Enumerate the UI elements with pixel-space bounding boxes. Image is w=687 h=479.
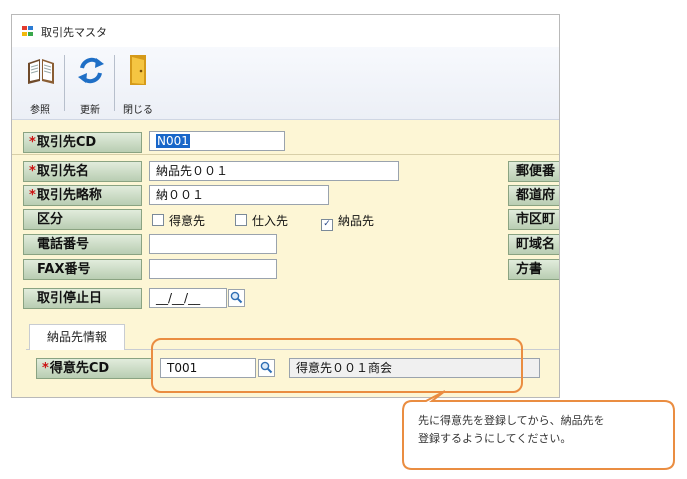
name-label: *取引先名 <box>23 161 142 182</box>
city-label: 市区町 <box>508 209 559 230</box>
highlight-box <box>151 338 523 393</box>
required-mark: * <box>29 135 36 150</box>
phone-field[interactable] <box>149 234 277 254</box>
prefecture-label: 都道府 <box>508 185 559 206</box>
door-icon <box>130 55 146 85</box>
refresh-icon <box>78 57 104 84</box>
town-label: 町域名 <box>508 234 559 255</box>
name-field[interactable]: 納品先００１ <box>149 161 399 181</box>
required-mark: * <box>42 361 49 376</box>
short-name-field[interactable]: 納００１ <box>149 185 329 205</box>
required-mark: * <box>29 188 36 203</box>
phone-label: 電話番号 <box>23 234 142 255</box>
stop-date-label: 取引停止日 <box>23 288 142 309</box>
checkmark-icon: ✓ <box>321 219 333 231</box>
stop-date-field[interactable]: __/__/__ <box>149 288 227 308</box>
customer-checkbox[interactable]: 得意先 <box>152 212 205 229</box>
title-bar: 取引先マスタ <box>12 15 559 47</box>
toolbar-separator <box>114 55 115 111</box>
postal-label: 郵便番 <box>508 161 559 182</box>
code-label: *取引先CD <box>23 132 142 153</box>
app-icon <box>22 26 34 37</box>
fax-label: FAX番号 <box>23 259 142 280</box>
checkbox-box <box>235 214 247 226</box>
callout-note: 先に得意先を登録してから、納品先を 登録するようにしてください。 <box>401 390 676 471</box>
tab-delivery-info[interactable]: 納品先情報 <box>29 324 125 350</box>
category-label: 区分 <box>23 209 142 230</box>
book-icon <box>28 59 54 84</box>
reference-label: 参照 <box>30 105 50 116</box>
refresh-button[interactable]: 更新 <box>70 51 110 116</box>
search-icon <box>230 291 243 304</box>
callout-text: 先に得意先を登録してから、納品先を 登録するようにしてください。 <box>418 414 605 445</box>
required-mark: * <box>29 164 36 179</box>
window-title: 取引先マスタ <box>41 26 107 39</box>
date-search-button[interactable] <box>228 289 245 307</box>
reference-button[interactable]: 参照 <box>20 51 60 116</box>
toolbar-separator <box>64 55 65 111</box>
toolbar: 参照 更新 閉じる <box>12 47 559 120</box>
customer-cd-label: *得意先CD <box>36 358 153 379</box>
fax-field[interactable] <box>149 259 277 279</box>
close-label: 閉じる <box>123 105 153 116</box>
supplier-checkbox[interactable]: 仕入先 <box>235 212 288 229</box>
close-button[interactable]: 閉じる <box>118 51 158 116</box>
address-note-label: 方書 <box>508 259 559 280</box>
code-field[interactable]: N001 <box>149 131 285 151</box>
refresh-label: 更新 <box>80 105 100 116</box>
checkbox-box <box>152 214 164 226</box>
delivery-checkbox[interactable]: ✓ 納品先 <box>321 212 374 231</box>
short-name-label: *取引先略称 <box>23 185 142 206</box>
